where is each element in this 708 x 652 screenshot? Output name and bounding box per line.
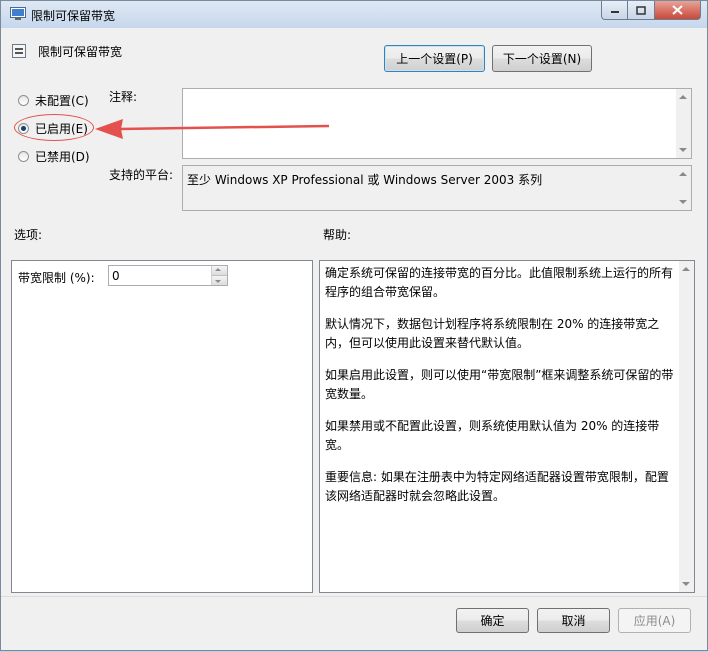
close-icon xyxy=(672,5,683,15)
help-panel[interactable]: 确定系统可保留的连接带宽的百分比。此值限制系统上运行的所有程序的组合带宽保留。 … xyxy=(319,260,695,593)
cancel-button[interactable]: 取消 xyxy=(537,608,610,633)
scroll-up-arrow-icon[interactable] xyxy=(682,267,690,271)
help-title: 帮助: xyxy=(323,228,352,242)
scroll-down-arrow-icon[interactable] xyxy=(679,200,687,204)
window-title: 限制可保留带宽 xyxy=(31,9,116,23)
platform-value: 至少 Windows XP Professional 或 Windows Ser… xyxy=(187,173,543,187)
comment-scrollbar[interactable] xyxy=(676,89,691,158)
policy-window-icon xyxy=(10,7,26,20)
apply-button[interactable]: 应用(A) xyxy=(618,608,691,633)
previous-setting-button[interactable]: 上一个设置(P) xyxy=(384,45,485,72)
help-scrollbar[interactable] xyxy=(679,261,694,592)
radio-enabled[interactable]: 已启用(E) xyxy=(18,120,88,137)
help-text: 确定系统可保留的连接带宽的百分比。此值限制系统上运行的所有程序的组合带宽保留。 … xyxy=(325,264,677,519)
help-paragraph: 如果禁用或不配置此设置，则系统使用默认值为 20% 的连接带宽。 xyxy=(325,419,660,452)
help-paragraph: 默认情况下，数据包计划程序将系统限制在 20% 的连接带宽之内，但可以使用此设置… xyxy=(325,317,660,350)
next-setting-button[interactable]: 下一个设置(N) xyxy=(492,45,592,72)
title-bar[interactable]: 限制可保留带宽 xyxy=(1,1,707,28)
policy-name: 限制可保留带宽 xyxy=(38,45,123,59)
platform-field: 至少 Windows XP Professional 或 Windows Ser… xyxy=(182,165,692,211)
radio-disabled[interactable]: 已禁用(D) xyxy=(18,148,90,165)
stepper-buttons[interactable] xyxy=(211,266,227,285)
scroll-up-arrow-icon[interactable] xyxy=(679,172,687,176)
radio-enabled-dot[interactable] xyxy=(18,123,29,134)
footer-divider xyxy=(1,596,707,597)
options-panel xyxy=(11,260,313,593)
help-paragraph: 如果启用此设置，则可以使用“带宽限制”框来调整系统可保留的带宽数量。 xyxy=(325,368,674,401)
comment-textarea[interactable] xyxy=(182,88,692,159)
maximize-button[interactable] xyxy=(628,1,655,20)
scroll-up-arrow-icon[interactable] xyxy=(679,95,687,99)
scroll-down-arrow-icon[interactable] xyxy=(682,582,690,586)
close-button[interactable] xyxy=(655,1,701,20)
window-controls xyxy=(601,1,701,21)
stepper-up-button[interactable] xyxy=(212,266,227,275)
stepper-up-icon xyxy=(215,268,221,271)
radio-disabled-dot[interactable] xyxy=(18,151,29,162)
radio-not-configured-dot[interactable] xyxy=(18,95,29,106)
scroll-down-arrow-icon[interactable] xyxy=(679,148,687,152)
help-paragraph: 重要信息: 如果在注册表中为特定网络适配器设置带宽限制，配置该网络适配器时就会忽… xyxy=(325,470,669,503)
platform-scrollbar[interactable] xyxy=(676,166,691,210)
ok-button[interactable]: 确定 xyxy=(456,608,529,633)
radio-not-configured[interactable]: 未配置(C) xyxy=(18,92,89,109)
radio-disabled-label: 已禁用(D) xyxy=(35,150,90,164)
bandwidth-limit-label: 带宽限制 (%): xyxy=(18,271,95,285)
comment-label: 注释: xyxy=(109,90,138,104)
minimize-icon xyxy=(610,11,619,13)
minimize-button[interactable] xyxy=(601,1,628,20)
maximize-icon xyxy=(636,5,646,15)
bandwidth-limit-stepper[interactable] xyxy=(108,265,228,286)
policy-dialog: 限制可保留带宽 限制可保留带宽 上一个设置(P) 下一个设置(N) 未配置(C)… xyxy=(0,0,708,651)
bandwidth-limit-input[interactable] xyxy=(109,266,208,284)
stepper-down-icon xyxy=(215,280,221,283)
help-paragraph: 确定系统可保留的连接带宽的百分比。此值限制系统上运行的所有程序的组合带宽保留。 xyxy=(325,266,674,299)
platform-label: 支持的平台: xyxy=(109,168,174,182)
radio-enabled-label: 已启用(E) xyxy=(35,122,88,136)
options-title: 选项: xyxy=(14,228,43,242)
policy-setting-icon xyxy=(12,44,26,58)
radio-not-configured-label: 未配置(C) xyxy=(35,94,89,108)
stepper-down-button[interactable] xyxy=(212,275,227,285)
